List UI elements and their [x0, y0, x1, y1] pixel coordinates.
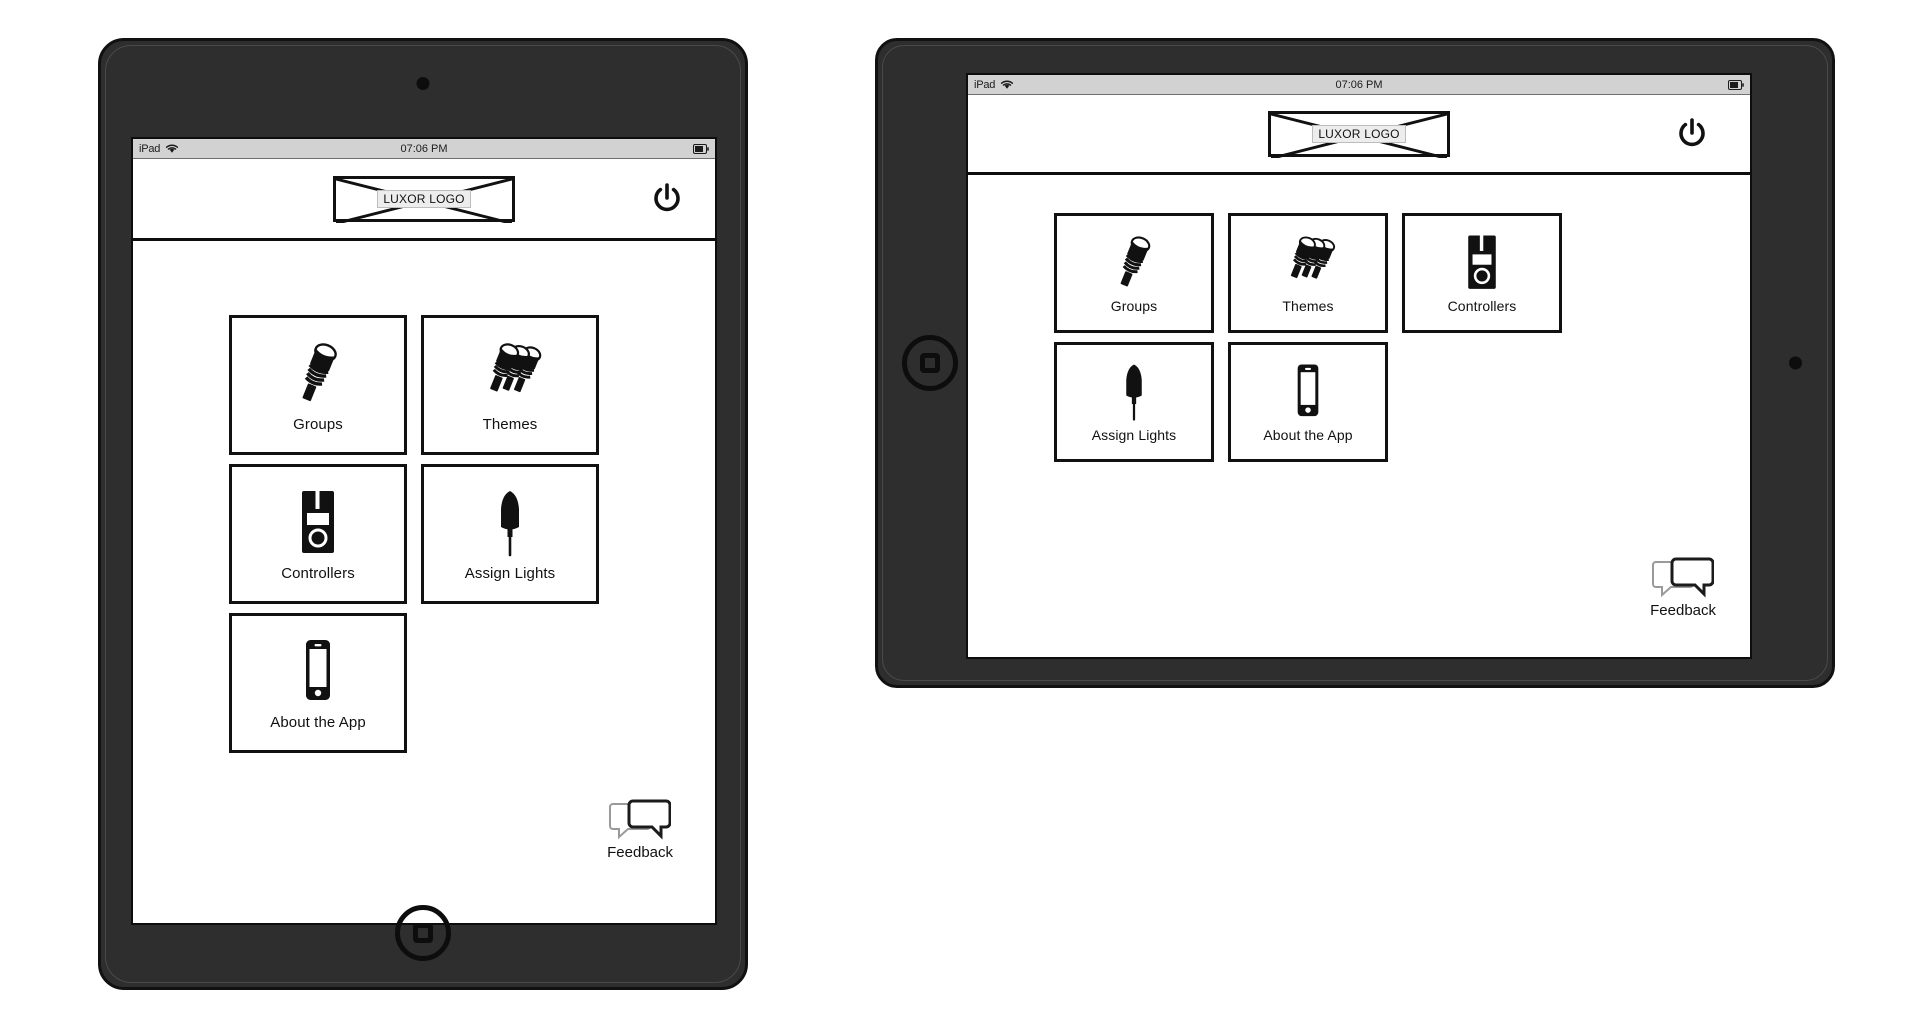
power-button[interactable] — [645, 177, 689, 221]
home-button[interactable] — [395, 905, 451, 961]
luxor-logo-placeholder: LUXOR LOGO — [333, 175, 515, 223]
wifi-icon — [165, 143, 179, 154]
tile-label: Assign Lights — [1091, 426, 1177, 443]
single-spotlight-icon — [1106, 231, 1162, 295]
speech-bubbles-icon — [1652, 557, 1715, 601]
status-bar-left: iPad — [139, 143, 179, 155]
tile-themes[interactable]: Themes — [1228, 213, 1388, 333]
wifi-icon — [1000, 79, 1014, 90]
path-light-icon — [1114, 360, 1154, 424]
tile-label: Controllers — [1447, 297, 1517, 314]
smartphone-icon — [1289, 360, 1327, 424]
home-button-square-icon — [413, 923, 433, 943]
tile-assign-lights[interactable]: Assign Lights — [421, 464, 599, 604]
ipad-portrait-device: iPad 07:06 PM LUXOR LOGO Groups Themes C… — [98, 38, 748, 990]
home-button[interactable] — [902, 335, 958, 391]
status-bar: iPad 07:06 PM — [968, 75, 1750, 95]
smartphone-icon — [297, 634, 339, 710]
ipad-landscape-screen: iPad 07:06 PM LUXOR LOGO Groups Themes C… — [966, 73, 1752, 659]
battery-icon — [1728, 79, 1744, 90]
mockup-canvas: iPad 07:06 PM LUXOR LOGO Groups Themes C… — [0, 0, 1920, 1020]
tile-label: About the App — [270, 713, 366, 731]
main-content-portrait: Groups Themes Controllers Assign Lights … — [133, 241, 715, 923]
status-time-label: 07:06 PM — [1335, 78, 1383, 91]
status-time-label: 07:06 PM — [400, 142, 448, 155]
main-menu-grid: Groups Themes Controllers Assign Lights … — [1054, 213, 1562, 462]
status-bar: iPad 07:06 PM — [133, 139, 715, 159]
tile-label: Themes — [482, 415, 538, 433]
controller-device-icon — [293, 485, 343, 561]
camera-dot-icon — [1789, 356, 1802, 370]
feedback-label: Feedback — [607, 844, 673, 861]
tile-label: Assign Lights — [464, 564, 556, 582]
status-carrier-label: iPad — [974, 78, 996, 91]
tile-label: About the App — [1263, 426, 1353, 443]
tile-assign-lights[interactable]: Assign Lights — [1054, 342, 1214, 462]
tile-about-the-app[interactable]: About the App — [1228, 342, 1388, 462]
power-icon — [1675, 117, 1709, 151]
power-button[interactable] — [1670, 112, 1714, 156]
battery-icon — [693, 143, 709, 154]
speech-bubbles-icon — [609, 799, 672, 843]
triple-spotlight-icon — [471, 336, 549, 412]
luxor-logo-placeholder: LUXOR LOGO — [1268, 110, 1450, 158]
power-icon — [650, 182, 684, 216]
status-bar-right — [1728, 79, 1744, 90]
main-content-landscape: Groups Themes Controllers Assign Lights … — [968, 175, 1750, 657]
path-light-icon — [488, 485, 532, 561]
app-header-bar: LUXOR LOGO — [133, 159, 715, 241]
tile-about-the-app[interactable]: About the App — [229, 613, 407, 753]
tile-themes[interactable]: Themes — [421, 315, 599, 455]
status-bar-left: iPad — [974, 79, 1014, 91]
tile-label: Groups — [1110, 297, 1158, 314]
tile-controllers[interactable]: Controllers — [1402, 213, 1562, 333]
single-spotlight-icon — [287, 336, 349, 412]
main-menu-grid: Groups Themes Controllers Assign Lights … — [229, 315, 599, 753]
triple-spotlight-icon — [1273, 231, 1343, 295]
feedback-button[interactable]: Feedback — [607, 799, 673, 861]
app-header-bar: LUXOR LOGO — [968, 95, 1750, 175]
tile-label: Themes — [1282, 297, 1334, 314]
feedback-button[interactable]: Feedback — [1650, 557, 1716, 619]
status-bar-right — [693, 143, 709, 154]
status-carrier-label: iPad — [139, 142, 161, 155]
home-button-square-icon — [920, 353, 940, 373]
feedback-label: Feedback — [1650, 602, 1716, 619]
tile-groups[interactable]: Groups — [229, 315, 407, 455]
ipad-portrait-screen: iPad 07:06 PM LUXOR LOGO Groups Themes C… — [131, 137, 717, 925]
logo-placeholder-label: LUXOR LOGO — [1312, 124, 1406, 143]
camera-dot-icon — [416, 77, 430, 90]
tile-label: Groups — [293, 415, 343, 433]
tile-controllers[interactable]: Controllers — [229, 464, 407, 604]
controller-device-icon — [1460, 231, 1504, 295]
tile-label: Controllers — [281, 564, 355, 582]
ipad-landscape-device: iPad 07:06 PM LUXOR LOGO Groups Themes C… — [875, 38, 1835, 688]
tile-groups[interactable]: Groups — [1054, 213, 1214, 333]
logo-placeholder-label: LUXOR LOGO — [377, 189, 471, 208]
